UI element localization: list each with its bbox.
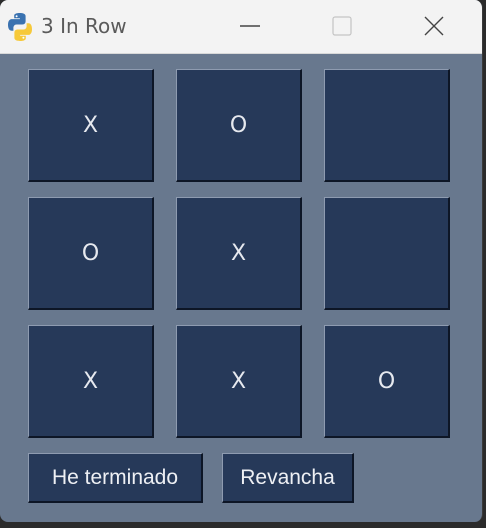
board-cell-r3-c3[interactable]: O — [324, 325, 450, 438]
board-cell-r3-c2[interactable]: X — [176, 325, 302, 438]
board-cell-r3-c1[interactable]: X — [28, 325, 154, 438]
board-cell-r1-c3[interactable] — [324, 69, 450, 182]
board-cell-r1-c1[interactable]: X — [28, 69, 154, 182]
board-cell-r2-c3[interactable] — [324, 197, 450, 310]
app-window: 3 In Row X O O X X X O He terminado Reva… — [0, 0, 483, 522]
board-cell-r2-c1[interactable]: O — [28, 197, 154, 310]
rematch-button[interactable]: Revancha — [222, 453, 354, 503]
window-title: 3 In Row — [41, 14, 127, 38]
title-bar[interactable]: 3 In Row — [0, 0, 482, 54]
board-cell-r1-c2[interactable]: O — [176, 69, 302, 182]
maximize-button[interactable] — [312, 0, 372, 53]
finished-button[interactable]: He terminado — [28, 453, 203, 503]
close-button[interactable] — [404, 0, 464, 53]
minimize-button[interactable] — [220, 0, 280, 53]
board-cell-r2-c2[interactable]: X — [176, 197, 302, 310]
python-icon — [4, 11, 36, 43]
